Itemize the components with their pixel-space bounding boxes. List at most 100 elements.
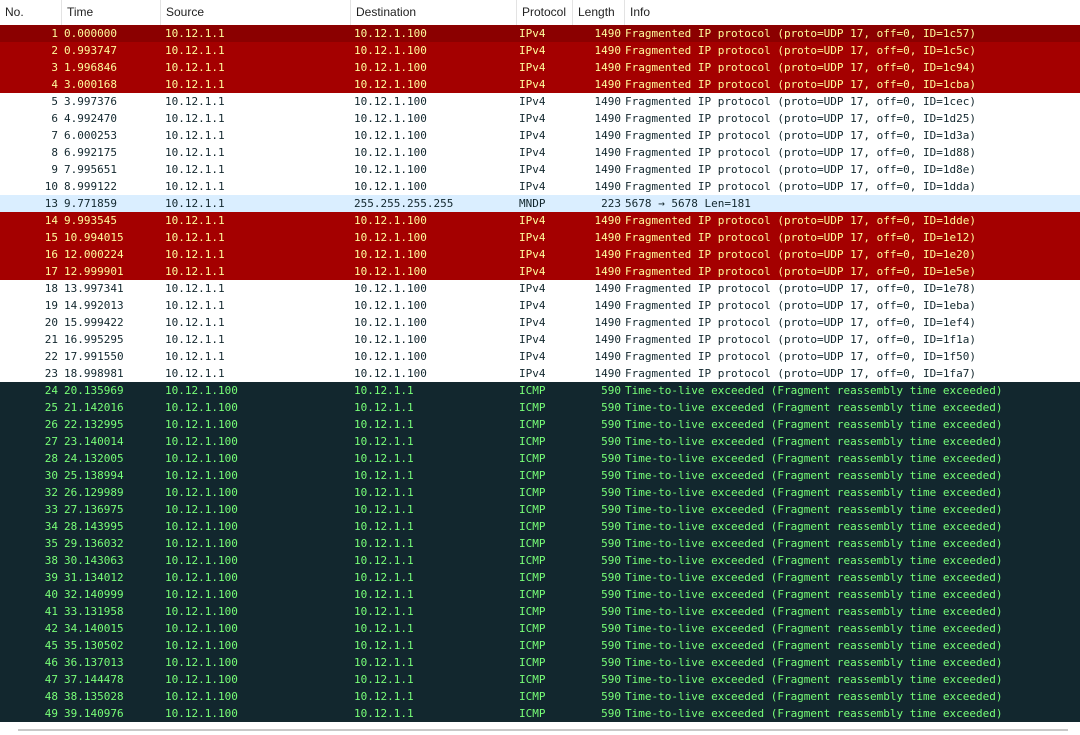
packet-destination: 10.12.1.100	[354, 27, 427, 40]
packet-source: 10.12.1.1	[165, 367, 225, 380]
table-row[interactable]: 2 0.993747 10.12.1.1 10.12.1.100 IPv4 1490 Fra…	[0, 42, 1080, 59]
packet-info: Time-to-live exceeded (Fragment reassemb…	[625, 656, 1003, 669]
table-row[interactable]: 40 32.140999 10.12.1.100 10.12.1.1 ICMP 590 Ti…	[0, 586, 1080, 603]
table-row[interactable]: 38 30.143063 10.12.1.100 10.12.1.1 ICMP 590 Ti…	[0, 552, 1080, 569]
table-row[interactable]: 21 16.995295 10.12.1.1 10.12.1.100 IPv4 1490 F…	[0, 331, 1080, 348]
table-row[interactable]: 25 21.142016 10.12.1.100 10.12.1.1 ICMP 590 Ti…	[0, 399, 1080, 416]
table-row[interactable]: 15 10.994015 10.12.1.1 10.12.1.100 IPv4 1490 F…	[0, 229, 1080, 246]
packet-info: Fragmented IP protocol (proto=UDP 17, of…	[625, 180, 976, 193]
table-row[interactable]: 41 33.131958 10.12.1.100 10.12.1.1 ICMP 590 Ti…	[0, 603, 1080, 620]
packet-source: 10.12.1.1	[165, 180, 225, 193]
packet-time: 21.142016	[64, 401, 124, 414]
table-row[interactable]: 39 31.134012 10.12.1.100 10.12.1.1 ICMP 590 Ti…	[0, 569, 1080, 586]
packet-info: Time-to-live exceeded (Fragment reassemb…	[625, 588, 1003, 601]
packet-protocol: IPv4	[519, 95, 546, 108]
packet-no: 47	[44, 673, 58, 686]
table-row[interactable]: 4 3.000168 10.12.1.1 10.12.1.100 IPv4 1490 Fra…	[0, 76, 1080, 93]
packet-info: Fragmented IP protocol (proto=UDP 17, of…	[625, 129, 976, 142]
packet-time: 15.999422	[64, 316, 124, 329]
column-header-protocol[interactable]: Protocol	[517, 0, 573, 25]
packet-length: 590	[601, 435, 621, 448]
table-row[interactable]: 26 22.132995 10.12.1.100 10.12.1.1 ICMP 590 Ti…	[0, 416, 1080, 433]
packet-no: 20	[44, 316, 58, 329]
packet-protocol: IPv4	[519, 316, 546, 329]
packet-protocol: ICMP	[519, 571, 546, 584]
packet-time: 33.131958	[64, 605, 124, 618]
packet-source: 10.12.1.100	[165, 571, 238, 584]
table-row[interactable]: 16 12.000224 10.12.1.1 10.12.1.100 IPv4 1490 F…	[0, 246, 1080, 263]
column-header-source[interactable]: Source	[161, 0, 351, 25]
packet-no: 40	[44, 588, 58, 601]
table-row[interactable]: 30 25.138994 10.12.1.100 10.12.1.1 ICMP 590 Ti…	[0, 467, 1080, 484]
packet-info: Fragmented IP protocol (proto=UDP 17, of…	[625, 163, 976, 176]
packet-destination: 10.12.1.1	[354, 384, 414, 397]
table-row[interactable]: 10 8.999122 10.12.1.1 10.12.1.100 IPv4 1490 Fr…	[0, 178, 1080, 195]
table-row[interactable]: 7 6.000253 10.12.1.1 10.12.1.100 IPv4 1490 Fra…	[0, 127, 1080, 144]
packet-source: 10.12.1.1	[165, 316, 225, 329]
packet-destination: 10.12.1.100	[354, 299, 427, 312]
packet-destination: 10.12.1.100	[354, 78, 427, 91]
packet-protocol: IPv4	[519, 61, 546, 74]
table-row[interactable]: 17 12.999901 10.12.1.1 10.12.1.100 IPv4 1490 F…	[0, 263, 1080, 280]
packet-source: 10.12.1.100	[165, 690, 238, 703]
table-row[interactable]: 49 39.140976 10.12.1.100 10.12.1.1 ICMP 590 Ti…	[0, 705, 1080, 722]
table-row[interactable]: 8 6.992175 10.12.1.1 10.12.1.100 IPv4 1490 Fra…	[0, 144, 1080, 161]
packet-source: 10.12.1.1	[165, 197, 225, 210]
packet-source: 10.12.1.100	[165, 469, 238, 482]
packet-time: 39.140976	[64, 707, 124, 720]
packet-time: 36.137013	[64, 656, 124, 669]
table-row[interactable]: 46 36.137013 10.12.1.100 10.12.1.1 ICMP 590 Ti…	[0, 654, 1080, 671]
packet-source: 10.12.1.100	[165, 384, 238, 397]
packet-destination: 10.12.1.100	[354, 248, 427, 261]
packet-length: 590	[601, 401, 621, 414]
packet-protocol: IPv4	[519, 248, 546, 261]
packet-no: 4	[51, 78, 58, 91]
column-header-time[interactable]: Time	[62, 0, 161, 25]
packet-length: 1490	[594, 180, 622, 193]
horizontal-scrollbar[interactable]	[0, 725, 1080, 735]
table-row[interactable]: 42 34.140015 10.12.1.100 10.12.1.1 ICMP 590 Ti…	[0, 620, 1080, 637]
packet-time: 7.995651	[64, 163, 117, 176]
table-row[interactable]: 45 35.130502 10.12.1.100 10.12.1.1 ICMP 590 Ti…	[0, 637, 1080, 654]
packet-destination: 10.12.1.1	[354, 537, 414, 550]
packet-info: Time-to-live exceeded (Fragment reassemb…	[625, 452, 1003, 465]
column-header-info[interactable]: Info	[625, 0, 1080, 25]
packet-time: 27.136975	[64, 503, 124, 516]
packet-length: 1490	[594, 27, 622, 40]
packet-time: 6.992175	[64, 146, 117, 159]
table-row[interactable]: 5 3.997376 10.12.1.1 10.12.1.100 IPv4 1490 Fra…	[0, 93, 1080, 110]
column-header-destination[interactable]: Destination	[351, 0, 517, 25]
table-row[interactable]: 27 23.140014 10.12.1.100 10.12.1.1 ICMP 590 Ti…	[0, 433, 1080, 450]
column-header-no[interactable]: No.	[0, 0, 62, 25]
packet-length: 1490	[594, 248, 622, 261]
table-row[interactable]: 32 26.129989 10.12.1.100 10.12.1.1 ICMP 590 Ti…	[0, 484, 1080, 501]
table-row[interactable]: 28 24.132005 10.12.1.100 10.12.1.1 ICMP 590 Ti…	[0, 450, 1080, 467]
table-row[interactable]: 18 13.997341 10.12.1.1 10.12.1.100 IPv4 1490 F…	[0, 280, 1080, 297]
packet-source: 10.12.1.100	[165, 656, 238, 669]
packet-info: Time-to-live exceeded (Fragment reassemb…	[625, 435, 1003, 448]
scrollbar-thumb[interactable]	[18, 729, 1068, 731]
table-row[interactable]: 35 29.136032 10.12.1.100 10.12.1.1 ICMP 590 Ti…	[0, 535, 1080, 552]
table-row[interactable]: 34 28.143995 10.12.1.100 10.12.1.1 ICMP 590 Ti…	[0, 518, 1080, 535]
table-row[interactable]: 20 15.999422 10.12.1.1 10.12.1.100 IPv4 1490 F…	[0, 314, 1080, 331]
table-row[interactable]: 33 27.136975 10.12.1.100 10.12.1.1 ICMP 590 Ti…	[0, 501, 1080, 518]
table-row[interactable]: 9 7.995651 10.12.1.1 10.12.1.100 IPv4 1490 Fra…	[0, 161, 1080, 178]
table-row[interactable]: 1 0.000000 10.12.1.1 10.12.1.100 IPv4 1490 Fra…	[0, 25, 1080, 42]
table-row[interactable]: 23 18.998981 10.12.1.1 10.12.1.100 IPv4 1490 F…	[0, 365, 1080, 382]
table-row[interactable]: 13 9.771859 10.12.1.1 255.255.255.255 MNDP 22…	[0, 195, 1080, 212]
packet-no: 26	[44, 418, 58, 431]
packet-destination: 10.12.1.100	[354, 180, 427, 193]
packet-protocol: ICMP	[519, 639, 546, 652]
table-row[interactable]: 3 1.996846 10.12.1.1 10.12.1.100 IPv4 1490 Fra…	[0, 59, 1080, 76]
table-row[interactable]: 47 37.144478 10.12.1.100 10.12.1.1 ICMP 590 Ti…	[0, 671, 1080, 688]
table-row[interactable]: 19 14.992013 10.12.1.1 10.12.1.100 IPv4 1490 F…	[0, 297, 1080, 314]
column-header-length[interactable]: Length	[573, 0, 625, 25]
table-row[interactable]: 14 9.993545 10.12.1.1 10.12.1.100 IPv4 1490 Fr…	[0, 212, 1080, 229]
table-row[interactable]: 22 17.991550 10.12.1.1 10.12.1.100 IPv4 1490 F…	[0, 348, 1080, 365]
table-row[interactable]: 6 4.992470 10.12.1.1 10.12.1.100 IPv4 1490 Fra…	[0, 110, 1080, 127]
table-row[interactable]: 24 20.135969 10.12.1.100 10.12.1.1 ICMP 590 Ti…	[0, 382, 1080, 399]
packet-time: 29.136032	[64, 537, 124, 550]
table-row[interactable]: 48 38.135028 10.12.1.100 10.12.1.1 ICMP 590 Ti…	[0, 688, 1080, 705]
packet-list[interactable]: No. Time Source Destination Protocol Len…	[0, 0, 1080, 735]
packet-source: 10.12.1.1	[165, 27, 225, 40]
